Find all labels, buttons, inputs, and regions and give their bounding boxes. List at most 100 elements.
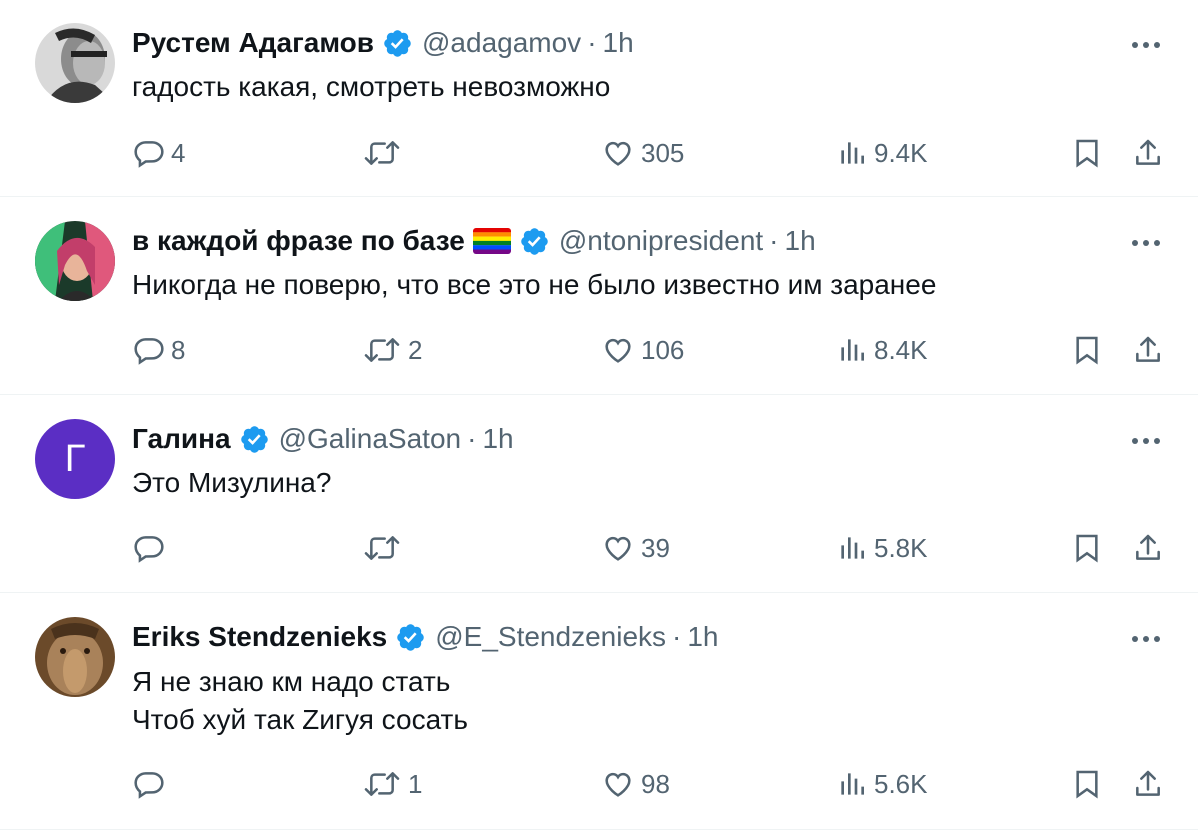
tweet[interactable]: Г Галина @GalinaSaton · 1h Это Мизулина?: [0, 395, 1198, 593]
views-count: 5.8K: [874, 532, 928, 563]
bookmark-icon: [1076, 770, 1098, 799]
repost-button[interactable]: 1: [362, 768, 422, 800]
tweet[interactable]: Рустем Адагамов @adagamov · 1h гадость к…: [0, 0, 1198, 197]
handle[interactable]: @adagamov: [422, 27, 581, 59]
display-name[interactable]: Рустем Адагамов: [132, 27, 374, 59]
like-icon: [605, 772, 631, 797]
bookmark-icon: [1076, 336, 1098, 365]
views-button[interactable]: 8.4K: [836, 334, 928, 366]
repost-button[interactable]: [362, 137, 408, 169]
like-icon: [605, 536, 631, 561]
tweet-text: гадость какая, смотреть невозможно: [132, 68, 610, 106]
tweet[interactable]: в каждой фразе по базе @ntonipresident ·…: [0, 197, 1198, 395]
repost-icon: [364, 772, 400, 796]
repost-button[interactable]: 2: [362, 334, 422, 366]
tweet-text: Я не знаю км надо стать Чтоб хуй так Zиг…: [132, 663, 468, 739]
views-count: 9.4K: [874, 137, 928, 168]
like-count: 106: [641, 334, 685, 365]
avatar[interactable]: Г: [35, 419, 115, 499]
reply-icon: [134, 772, 164, 799]
more-icon[interactable]: [1128, 228, 1164, 258]
avatar[interactable]: [35, 23, 115, 103]
avatar[interactable]: [35, 221, 115, 301]
like-count: 39: [641, 532, 670, 563]
display-name[interactable]: Eriks Stendzenieks: [132, 621, 387, 653]
separator: ·: [672, 621, 682, 652]
repost-count: 2: [408, 334, 423, 365]
timestamp[interactable]: 1h: [482, 423, 513, 455]
display-name[interactable]: в каждой фразе по базе: [132, 225, 465, 257]
separator: ·: [587, 27, 597, 58]
handle[interactable]: @ntonipresident: [559, 225, 763, 257]
share-button[interactable]: [1132, 137, 1164, 169]
timestamp[interactable]: 1h: [785, 225, 816, 257]
bookmark-button[interactable]: [1071, 137, 1103, 169]
more-icon[interactable]: [1128, 624, 1164, 654]
share-button[interactable]: [1132, 768, 1164, 800]
like-icon: [605, 338, 631, 363]
timestamp[interactable]: 1h: [687, 621, 718, 653]
tweet-text-line: Я не знаю км надо стать: [132, 666, 451, 697]
share-icon: [1136, 139, 1160, 165]
share-button[interactable]: [1132, 334, 1164, 366]
like-count: 305: [641, 137, 685, 168]
timestamp[interactable]: 1h: [603, 27, 634, 59]
views-count: 8.4K: [874, 334, 928, 365]
views-icon: [841, 773, 864, 795]
verified-badge-icon: [239, 424, 270, 455]
handle[interactable]: @GalinaSaton: [279, 423, 462, 455]
repost-button[interactable]: [362, 532, 408, 564]
bookmark-button[interactable]: [1071, 532, 1103, 564]
reply-button[interactable]: [133, 768, 171, 800]
reply-button[interactable]: [133, 532, 171, 564]
repost-icon: [364, 141, 400, 165]
tweet-text: Никогда не поверю, что все это не было и…: [132, 266, 936, 304]
like-button[interactable]: 39: [601, 532, 670, 564]
reply-button[interactable]: 8: [133, 334, 185, 366]
share-button[interactable]: [1132, 532, 1164, 564]
tweet-text: Это Мизулина?: [132, 464, 331, 502]
reply-icon: [134, 338, 164, 365]
views-icon: [841, 339, 864, 361]
tweet-actions: 4 305 9.4K: [0, 133, 1198, 173]
replies-feed: Рустем Адагамов @adagamov · 1h гадость к…: [0, 0, 1198, 834]
like-button[interactable]: 305: [601, 137, 684, 169]
reply-icon: [134, 536, 164, 563]
avatar[interactable]: [35, 617, 115, 697]
views-icon: [841, 537, 864, 559]
tweet-text-line: Это Мизулина?: [132, 467, 332, 498]
tweet-header: Рустем Адагамов @adagamov · 1h: [132, 23, 634, 63]
bookmark-icon: [1076, 534, 1098, 563]
reply-count: 8: [171, 334, 186, 365]
reply-button[interactable]: 4: [133, 137, 185, 169]
verified-badge-icon: [395, 622, 426, 653]
display-name[interactable]: Галина: [132, 423, 231, 455]
views-button[interactable]: 9.4K: [836, 137, 928, 169]
views-button[interactable]: 5.6K: [836, 768, 928, 800]
separator: ·: [467, 423, 477, 454]
tweet[interactable]: Eriks Stendzenieks @E_Stendzenieks · 1h …: [0, 593, 1198, 830]
tweet-header: Галина @GalinaSaton · 1h: [132, 419, 514, 459]
handle[interactable]: @E_Stendzenieks: [435, 621, 666, 653]
like-count: 98: [641, 768, 670, 799]
repost-icon: [364, 536, 400, 560]
share-icon: [1136, 534, 1160, 560]
avatar-letter: Г: [64, 437, 86, 480]
tweet-header: Eriks Stendzenieks @E_Stendzenieks · 1h: [132, 617, 719, 657]
more-icon[interactable]: [1128, 426, 1164, 456]
tweet-actions: 39 5.8K: [0, 528, 1198, 568]
verified-badge-icon: [519, 226, 550, 257]
tweet-text-line: гадость какая, смотреть невозможно: [132, 71, 611, 102]
reply-count: 4: [171, 137, 186, 168]
share-icon: [1136, 770, 1160, 796]
bookmark-button[interactable]: [1071, 334, 1103, 366]
tweet-text-line: Чтоб хуй так Zигуя сосать: [132, 704, 468, 735]
rainbow-flag-icon: [472, 228, 511, 254]
more-icon[interactable]: [1128, 30, 1164, 60]
repost-count: 1: [408, 768, 423, 799]
tweet-header: в каждой фразе по базе @ntonipresident ·…: [132, 221, 816, 261]
like-button[interactable]: 106: [601, 334, 684, 366]
views-button[interactable]: 5.8K: [836, 532, 928, 564]
like-button[interactable]: 98: [601, 768, 670, 800]
bookmark-button[interactable]: [1071, 768, 1103, 800]
